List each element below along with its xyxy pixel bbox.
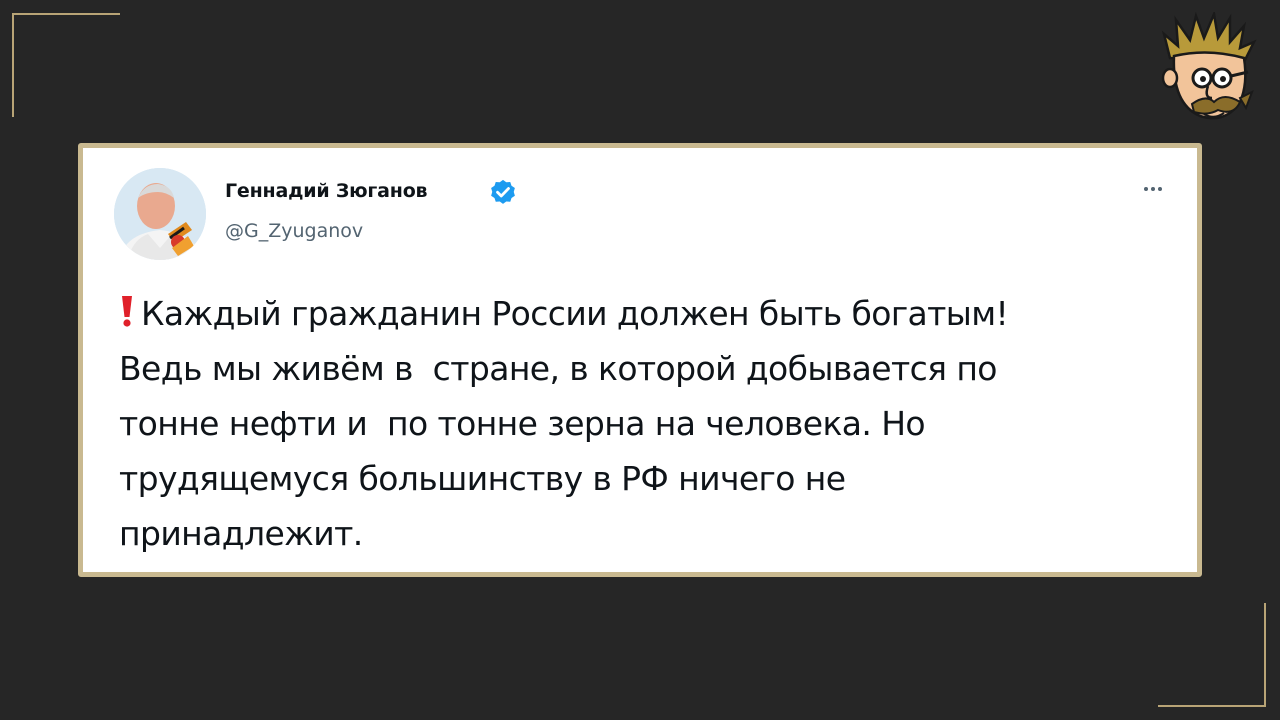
tweet-line-1-text: Каждый гражданин России должен быть бога… [141,294,1009,333]
tweet-text: Каждый гражданин России должен быть бога… [119,286,1179,561]
more-options-dot [1151,187,1155,191]
corner-bracket-bottom-right-vertical [1264,603,1266,707]
tweet-card: Геннадий Зюганов @G_Zyuganov Каждый граж… [78,143,1202,577]
tweet-line-1: Каждый гражданин России должен быть бога… [119,286,1179,341]
red-exclamation-icon [122,296,132,327]
tweet-line-3: тонне нефти и по тонне зерна на человека… [119,404,926,443]
verified-badge-icon [491,179,515,204]
author-handle[interactable]: @G_Zyuganov [225,220,363,242]
avatar-image [114,168,206,260]
corner-bracket-top-left-vertical [12,13,14,117]
author-name[interactable]: Геннадий Зюганов [225,180,428,202]
more-options-button[interactable] [1135,178,1171,200]
more-options-icon [1144,187,1148,191]
tweet-line-4: трудящемуся большинству в РФ ничего не [119,459,846,498]
corner-bracket-bottom-right-horizontal [1158,705,1266,707]
corner-bracket-top-left-horizontal [12,13,120,15]
tweet-line-2: Ведь мы живём в стране, в которой добыва… [119,349,997,388]
cartoon-face-logo-icon [1161,12,1257,120]
more-options-dot [1158,187,1162,191]
author-avatar[interactable] [114,168,206,260]
tweet-line-5: принадлежит. [119,514,363,553]
